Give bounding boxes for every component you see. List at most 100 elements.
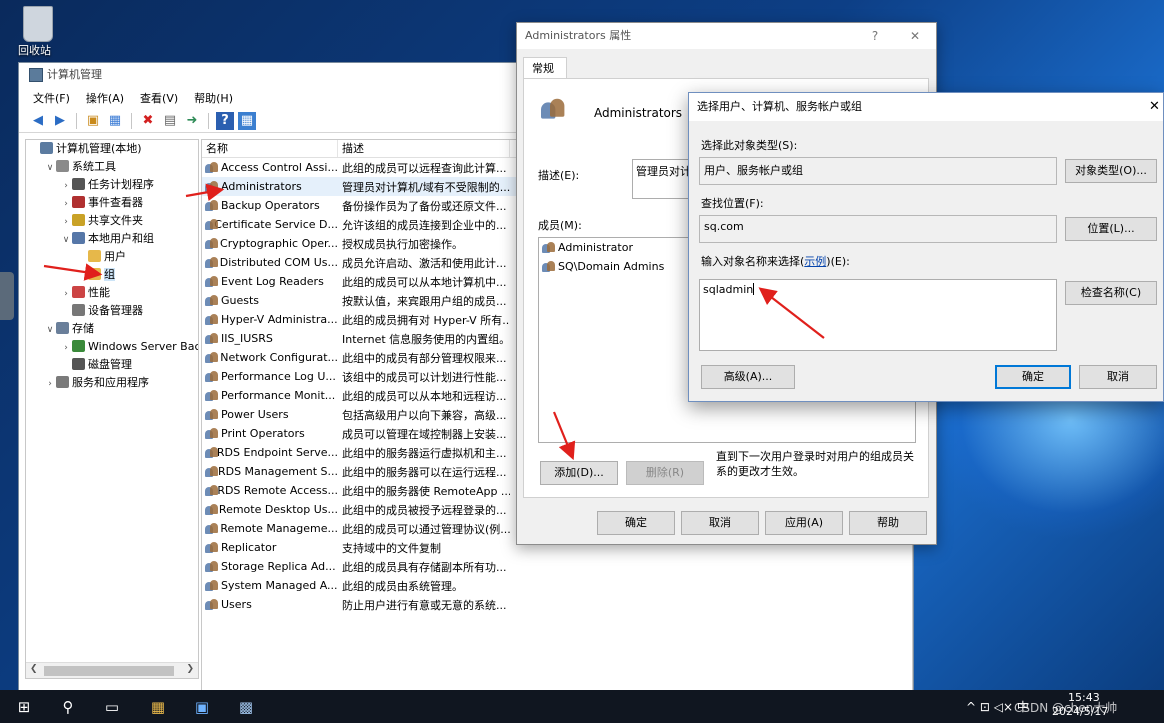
help-button[interactable]: 帮助 bbox=[849, 511, 927, 535]
group-name: Network Configurat... bbox=[220, 351, 338, 364]
group-name: Power Users bbox=[221, 408, 289, 421]
table-row[interactable]: Users 防止用户进行有意或无意的系统... bbox=[202, 595, 912, 614]
group-icon bbox=[205, 522, 219, 535]
group-name-cell: Performance Monit... bbox=[202, 389, 338, 402]
menu-help[interactable]: 帮助(H) bbox=[194, 90, 233, 106]
navigation-tree: 计算机管理(本地) ∨ 系统工具 › 任务计划程序 › 事件查看器 › 共享文件夹 ∨ 本地用户和组… bbox=[25, 139, 199, 679]
forward-icon[interactable]: ▶ bbox=[51, 112, 69, 130]
tree-item[interactable]: ∨ 系统工具 bbox=[26, 158, 198, 176]
tree-item-label: 用户 bbox=[104, 250, 126, 263]
group-name: Performance Monit... bbox=[221, 389, 336, 402]
examples-link[interactable]: 示例 bbox=[804, 255, 826, 268]
scroll-left-icon[interactable]: ❮ bbox=[30, 664, 38, 674]
props-title: Administrators 属性 bbox=[525, 29, 632, 42]
remove-button[interactable]: 删除(R) bbox=[626, 461, 704, 485]
group-description: 允许该组的成员连接到企业中的... bbox=[342, 218, 507, 232]
group-name-cell: Replicator bbox=[202, 541, 338, 554]
tree-item-label: 计算机管理(本地) bbox=[56, 142, 142, 155]
back-icon[interactable]: ◀ bbox=[29, 112, 47, 130]
group-description: 此组的成员可以通过管理协议(例... bbox=[342, 522, 510, 536]
object-name-input[interactable]: sqladmin bbox=[699, 279, 1057, 351]
menu-action[interactable]: 操作(A) bbox=[86, 90, 124, 106]
side-panel-handle[interactable] bbox=[0, 272, 14, 320]
group-icon bbox=[205, 598, 219, 611]
tab-general[interactable]: 常规 bbox=[523, 57, 567, 79]
group-name: Remote Manageme... bbox=[220, 522, 338, 535]
tree-item[interactable]: › 性能 bbox=[26, 284, 198, 302]
add-button[interactable]: 添加(D)... bbox=[540, 461, 618, 485]
chevron-right-icon[interactable]: › bbox=[60, 213, 72, 231]
cancel-button[interactable]: 取消 bbox=[1079, 365, 1157, 389]
chevron-down-icon[interactable]: ∨ bbox=[44, 159, 56, 177]
tree-item[interactable]: › 事件查看器 bbox=[26, 194, 198, 212]
console-view-icon[interactable]: ▦ bbox=[238, 111, 256, 130]
file-explorer-icon[interactable]: ▦ bbox=[148, 697, 168, 717]
tree-item[interactable]: 磁盘管理 bbox=[26, 356, 198, 374]
tree-item-label: 本地用户和组 bbox=[88, 232, 154, 245]
recycle-bin[interactable]: 回收站 bbox=[18, 6, 58, 62]
tree-item[interactable]: › 服务和应用程序 bbox=[26, 374, 198, 392]
event-icon bbox=[72, 196, 85, 208]
chevron-right-icon[interactable]: › bbox=[60, 339, 72, 357]
up-folder-icon[interactable]: ▣ bbox=[84, 112, 102, 130]
chevron-right-icon[interactable]: › bbox=[60, 177, 72, 195]
menu-file[interactable]: 文件(F) bbox=[33, 90, 70, 106]
group-name: Distributed COM Us... bbox=[219, 256, 338, 269]
server-manager-icon[interactable]: ▣ bbox=[192, 697, 212, 717]
props-titlebar[interactable]: Administrators 属性 ? ✕ bbox=[517, 23, 936, 49]
tree-item[interactable]: › 共享文件夹 bbox=[26, 212, 198, 230]
cancel-button[interactable]: 取消 bbox=[681, 511, 759, 535]
scrollbar-thumb[interactable] bbox=[44, 666, 174, 676]
chevron-right-icon[interactable]: › bbox=[60, 195, 72, 213]
share-icon bbox=[72, 214, 85, 226]
column-header-name[interactable]: 名称 bbox=[202, 140, 338, 157]
table-row[interactable]: Storage Replica Ad... 此组的成员具有存储副本所有功... bbox=[202, 557, 912, 576]
group-icon bbox=[205, 199, 219, 212]
chevron-down-icon[interactable]: ∨ bbox=[44, 321, 56, 339]
ok-button[interactable]: 确定 bbox=[995, 365, 1071, 389]
menu-view[interactable]: 查看(V) bbox=[140, 90, 178, 106]
locations-button[interactable]: 位置(L)... bbox=[1065, 217, 1157, 241]
task-view-icon[interactable]: ▭ bbox=[102, 697, 122, 717]
tree-item[interactable]: › 任务计划程序 bbox=[26, 176, 198, 194]
chevron-right-icon[interactable]: › bbox=[60, 285, 72, 303]
tree-item[interactable]: 计算机管理(本地) bbox=[26, 140, 198, 158]
show-tree-icon[interactable]: ▦ bbox=[106, 112, 124, 130]
check-names-button[interactable]: 检查名称(C) bbox=[1065, 281, 1157, 305]
chevron-down-icon[interactable]: ∨ bbox=[60, 231, 72, 249]
group-name: Replicator bbox=[221, 541, 277, 554]
help-icon[interactable]: ? bbox=[216, 111, 234, 130]
apply-button[interactable]: 应用(A) bbox=[765, 511, 843, 535]
group-name-cell: Print Operators bbox=[202, 427, 338, 440]
object-types-button[interactable]: 对象类型(O)... bbox=[1065, 159, 1157, 183]
computer-management-taskbar-icon[interactable]: ▩ bbox=[236, 697, 256, 717]
tree-item[interactable]: 设备管理器 bbox=[26, 302, 198, 320]
advanced-button[interactable]: 高级(A)... bbox=[701, 365, 795, 389]
tree-item[interactable]: › Windows Server Backup bbox=[26, 338, 198, 356]
search-icon[interactable]: ⚲ bbox=[58, 697, 78, 717]
object-type-field: 用户、服务帐户或组 bbox=[699, 157, 1057, 185]
column-header-description[interactable]: 描述 bbox=[338, 140, 510, 157]
close-icon[interactable]: ✕ bbox=[897, 23, 933, 49]
tree-item-label: 任务计划程序 bbox=[88, 178, 154, 191]
close-icon[interactable]: ✕ bbox=[1149, 93, 1160, 121]
chevron-right-icon[interactable]: › bbox=[44, 375, 56, 393]
tree-item[interactable]: ∨ 本地用户和组 bbox=[26, 230, 198, 248]
tree-item[interactable]: ∨ 存储 bbox=[26, 320, 198, 338]
delete-icon[interactable]: ✖ bbox=[139, 112, 157, 130]
export-list-icon[interactable]: ➜ bbox=[183, 112, 201, 130]
start-icon[interactable]: ⊞ bbox=[14, 697, 34, 717]
tree-horizontal-scrollbar[interactable]: ❮ ❯ bbox=[26, 662, 198, 678]
group-icon bbox=[205, 332, 219, 345]
scroll-right-icon[interactable]: ❯ bbox=[186, 664, 194, 674]
group-icon bbox=[205, 560, 219, 573]
select-titlebar[interactable]: 选择用户、计算机、服务帐户或组 ✕ bbox=[689, 93, 1163, 121]
group-icon bbox=[205, 389, 219, 402]
object-name-label: 输入对象名称来选择(示例)(E): bbox=[701, 253, 850, 269]
tree-item[interactable]: 组 bbox=[26, 266, 198, 284]
properties-icon[interactable]: ▤ bbox=[161, 112, 179, 130]
help-question-button[interactable]: ? bbox=[857, 23, 893, 49]
tree-item[interactable]: 用户 bbox=[26, 248, 198, 266]
ok-button[interactable]: 确定 bbox=[597, 511, 675, 535]
table-row[interactable]: System Managed A... 此组的成员由系统管理。 bbox=[202, 576, 912, 595]
